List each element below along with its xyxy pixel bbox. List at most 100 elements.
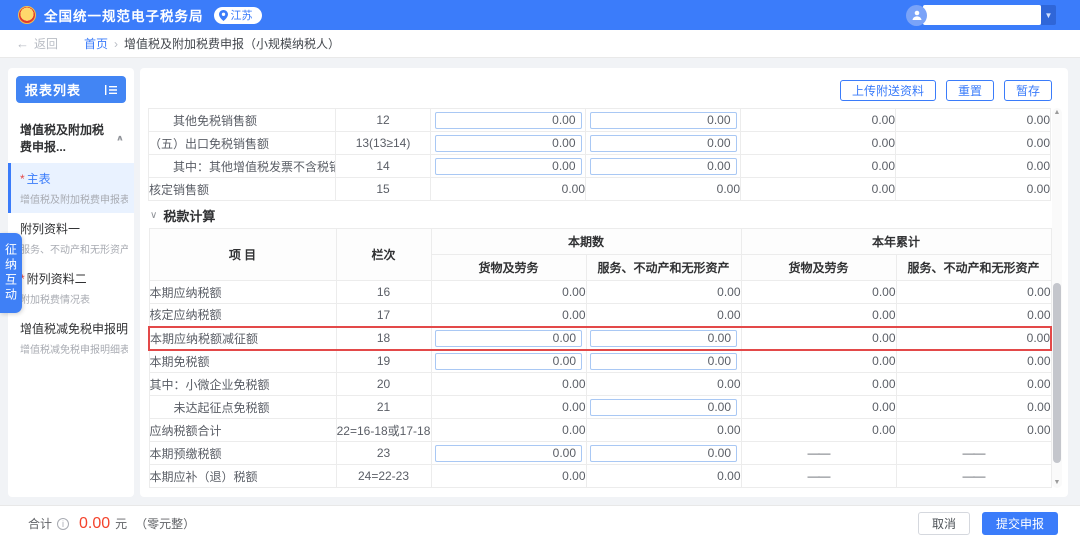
sidebar-group-vat-declaration[interactable]: 增值税及附加税费申报... ∧ bbox=[8, 111, 134, 163]
app-title: 全国统一规范电子税务局 bbox=[44, 9, 204, 24]
cell-value: 0.00 bbox=[740, 349, 897, 373]
cell-value: 0.00 bbox=[895, 154, 1051, 178]
sidebar-item-main-form[interactable]: * 主表 增值税及附加税费申报表 bbox=[8, 163, 134, 213]
row-label: 其中：小微企业免税额 bbox=[148, 372, 337, 396]
info-icon[interactable] bbox=[57, 517, 70, 530]
header-current-period: 本期数 bbox=[430, 228, 742, 255]
cell-value: 0.00 bbox=[740, 131, 896, 155]
required-asterisk: * bbox=[20, 172, 25, 186]
table-row: 未达起征点免税额 21 0.00 0.00 0.00 bbox=[148, 395, 1052, 419]
scroll-down-icon[interactable]: ▼ bbox=[1052, 478, 1062, 488]
account-area: ▼ bbox=[906, 4, 1056, 26]
table-row: （五）出口免税销售额 13(13≥14) 0.00 0.00 bbox=[148, 131, 1051, 155]
header-services: 服务、不动产和无形资产 bbox=[895, 254, 1052, 281]
cell-value: 0.00 bbox=[895, 395, 1052, 419]
scrollbar-thumb[interactable] bbox=[1053, 283, 1061, 463]
table-row: 其中：小微企业免税额 20 0.00 0.00 0.00 0.00 bbox=[148, 372, 1052, 396]
cell-value: 0.00 bbox=[895, 372, 1052, 396]
section-header-tax-calculation[interactable]: ∨ 税款计算 bbox=[150, 202, 215, 228]
cell-value: 0.00 bbox=[740, 325, 897, 351]
cell-input[interactable] bbox=[590, 329, 737, 347]
back-link[interactable]: 返回 bbox=[34, 35, 58, 52]
cell-dash: —— bbox=[895, 464, 1052, 488]
cell-input[interactable] bbox=[434, 157, 582, 175]
sidebar-item-appendix-1[interactable]: 附列资料一 服务、不动产和无形资产扣.. bbox=[8, 213, 134, 263]
table-row: 本期应纳税额 16 0.00 0.00 0.00 0.00 bbox=[148, 280, 1052, 304]
save-draft-button[interactable]: 暂存 bbox=[1003, 80, 1052, 101]
row-number: 14 bbox=[335, 154, 431, 178]
cell-input[interactable] bbox=[590, 444, 737, 462]
tax-interaction-floating-tab[interactable]: 征纳互动 bbox=[0, 233, 22, 313]
breadcrumb-home-link[interactable]: 首页 bbox=[84, 35, 108, 52]
cell-value: 0.00 bbox=[895, 418, 1052, 442]
header-year-to-date: 本年累计 bbox=[740, 228, 1052, 255]
cell-value: 0.00 bbox=[740, 154, 896, 178]
sidebar-title: 报表列表 bbox=[25, 83, 82, 98]
cell-value: 0.00 bbox=[740, 177, 896, 201]
sidebar-group-label: 增值税及附加税费申报... bbox=[20, 123, 105, 154]
form-panel: 上传附送资料 重置 暂存 其他免税销售额 12 0.00 0.00 （五）出口免… bbox=[140, 68, 1068, 497]
tax-calculation-table: 项 目 栏次 本期数 本年累计 货物及劳务 服务、不动产和无形资产 货物及劳务 … bbox=[148, 228, 1053, 488]
cell-value: 0.00 bbox=[895, 131, 1051, 155]
cell-value: 0.00 bbox=[895, 177, 1051, 201]
location-pin-icon bbox=[218, 9, 228, 21]
cell-input[interactable] bbox=[589, 157, 737, 175]
table-row: 其他免税销售额 12 0.00 0.00 bbox=[148, 108, 1051, 132]
back-arrow-icon[interactable]: ← bbox=[16, 36, 29, 51]
cell-input[interactable] bbox=[590, 398, 737, 416]
cell-value: 0.00 bbox=[430, 303, 587, 327]
cell-value: 0.00 bbox=[740, 372, 897, 396]
row-number: 17 bbox=[335, 303, 432, 327]
sidebar-item-label: 附列资料一 bbox=[20, 222, 81, 236]
vertical-scrollbar[interactable]: ▲ ▼ bbox=[1052, 108, 1062, 488]
cell-value: 0.00 bbox=[740, 108, 896, 132]
cell-value: 0.00 bbox=[895, 280, 1052, 304]
national-emblem-logo bbox=[18, 6, 36, 24]
sidebar-collapse-icon[interactable] bbox=[105, 84, 117, 95]
cell-value: 0.00 bbox=[430, 280, 587, 304]
section-title: 税款计算 bbox=[163, 208, 216, 224]
cell-input[interactable] bbox=[434, 111, 582, 129]
sidebar-header[interactable]: 报表列表 bbox=[16, 76, 126, 103]
cell-input[interactable] bbox=[590, 352, 737, 370]
sidebar-item-appendix-2[interactable]: * 附列资料二 附加税费情况表 bbox=[8, 263, 134, 313]
submit-declaration-button[interactable]: 提交申报 bbox=[981, 512, 1058, 535]
row-number: 22=16-18或17-18 bbox=[335, 418, 432, 442]
row-number: 21 bbox=[335, 395, 432, 419]
cell-input[interactable] bbox=[434, 134, 582, 152]
row-number: 13(13≥14) bbox=[335, 131, 431, 155]
row-number: 20 bbox=[335, 372, 432, 396]
cell-input[interactable] bbox=[435, 329, 582, 347]
row-label: 本期免税额 bbox=[148, 349, 337, 373]
table-row: 本期预缴税额 23 —— —— bbox=[148, 441, 1052, 465]
sidebar-item-vat-reduction[interactable]: 增值税减免税申报明... 增值税减免税申报明细表 bbox=[8, 313, 134, 363]
breadcrumb-current: 增值税及附加税费申报（小规模纳税人） bbox=[124, 37, 341, 51]
user-avatar-icon bbox=[906, 4, 927, 26]
row-label: 本期应纳税额 bbox=[148, 280, 337, 304]
cell-input[interactable] bbox=[589, 134, 737, 152]
breadcrumb-separator: › bbox=[114, 36, 119, 51]
row-number: 19 bbox=[335, 349, 432, 373]
row-label: 其他免税销售额 bbox=[148, 108, 336, 132]
cell-dash: —— bbox=[740, 464, 897, 488]
table-row: 本期免税额 19 0.00 0.00 bbox=[148, 349, 1052, 373]
reset-button[interactable]: 重置 bbox=[945, 80, 994, 101]
header-goods: 货物及劳务 bbox=[430, 254, 587, 281]
cell-input[interactable] bbox=[435, 352, 582, 370]
table-row: 核定销售额 15 0.00 0.00 0.00 0.00 bbox=[148, 177, 1051, 201]
taxpayer-select[interactable] bbox=[923, 5, 1041, 25]
table-row-highlighted: 本期应纳税额减征额 18 0.00 0.00 bbox=[148, 325, 1053, 351]
chevron-down-icon[interactable]: ▼ bbox=[1041, 5, 1056, 25]
row-label: 其中：其他增值税发票不含税销售额 bbox=[148, 154, 336, 178]
region-badge[interactable]: 江苏 bbox=[213, 6, 262, 24]
cell-value: 0.00 bbox=[585, 418, 742, 442]
cell-input[interactable] bbox=[589, 111, 737, 129]
cell-value: 0.00 bbox=[585, 464, 742, 488]
cell-value: 0.00 bbox=[585, 177, 741, 201]
cancel-button[interactable]: 取消 bbox=[917, 512, 970, 535]
cell-value: 0.00 bbox=[895, 325, 1053, 351]
cell-value: 0.00 bbox=[895, 349, 1052, 373]
scroll-up-icon[interactable]: ▲ bbox=[1052, 108, 1062, 118]
cell-input[interactable] bbox=[435, 444, 582, 462]
upload-attachment-button[interactable]: 上传附送资料 bbox=[839, 80, 936, 101]
